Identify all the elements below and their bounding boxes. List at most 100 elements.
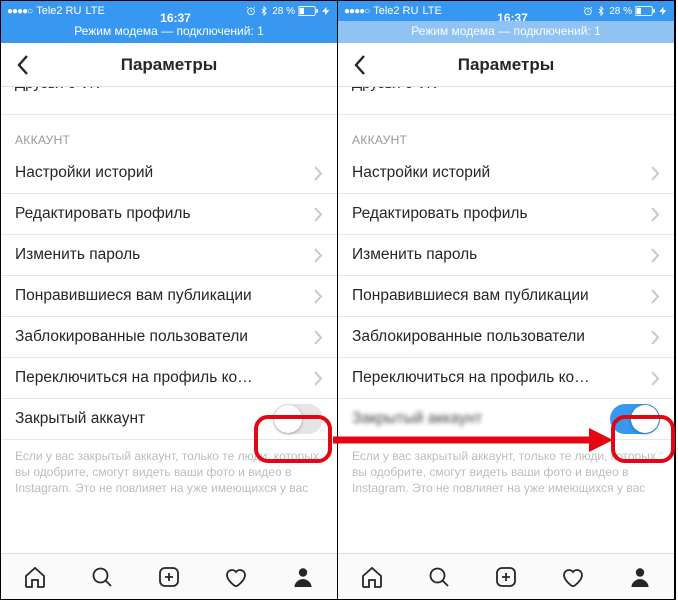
chevron-left-icon — [353, 54, 367, 76]
status-bar: ●●●●○ Tele2 RU LTE 16:37 28 % — [1, 1, 337, 21]
private-account-description: Если у вас закрытый аккаунт, только те л… — [338, 440, 674, 501]
tab-bar — [1, 553, 337, 599]
alarm-icon — [583, 6, 593, 16]
battery-pct: 28 % — [609, 6, 632, 17]
bluetooth-icon — [259, 6, 269, 16]
chevron-left-icon — [16, 54, 30, 76]
search-icon — [90, 565, 114, 589]
add-post-icon — [494, 565, 518, 589]
screen-left: ●●●●○ Tele2 RU LTE 16:37 28 % Режим моде… — [1, 1, 338, 599]
home-icon — [23, 565, 47, 589]
screen-right: ●●●●○ Tele2 RU LTE 16:37 28 % Режим моде… — [338, 1, 675, 599]
row-switch-profile[interactable]: Переключиться на профиль ко… — [1, 358, 337, 399]
back-button[interactable] — [1, 43, 45, 87]
hotspot-bar[interactable]: Режим модема — подключений: 1 — [338, 21, 674, 43]
row-label: Редактировать профиль — [352, 205, 536, 223]
chevron-right-icon — [651, 330, 660, 345]
row-label: Закрытый аккаунт — [15, 410, 153, 428]
chevron-right-icon — [651, 289, 660, 304]
status-bar: ●●●●○ Tele2 RU LTE 16:37 28 % — [338, 1, 674, 21]
tab-add[interactable] — [135, 554, 202, 599]
page-title: Параметры — [338, 55, 674, 75]
chevron-right-icon — [314, 371, 323, 386]
row-label: Настройки историй — [352, 164, 498, 182]
chevron-right-icon — [314, 166, 323, 181]
row-blocked-users[interactable]: Заблокированные пользователи — [1, 317, 337, 358]
tab-bar — [338, 553, 674, 599]
battery-pct: 28 % — [272, 6, 295, 17]
row-label: Переключиться на профиль ко… — [352, 369, 598, 387]
row-label: Изменить пароль — [352, 246, 485, 264]
row-private-account: Закрытый аккаунт — [338, 399, 674, 440]
chevron-right-icon — [314, 289, 323, 304]
row-switch-profile[interactable]: Переключиться на профиль ко… — [338, 358, 674, 399]
carrier-label: Tele2 RU — [373, 5, 418, 17]
signal-dots: ●●●●○ — [344, 6, 369, 17]
settings-list: Друзья с VK АККАУНТ Настройки историй Ре… — [338, 87, 674, 553]
tab-profile[interactable] — [270, 554, 337, 599]
heart-icon — [561, 565, 585, 589]
list-item[interactable]: Друзья с VK — [1, 87, 337, 115]
carrier-label: Tele2 RU — [36, 5, 81, 17]
tab-home[interactable] — [338, 554, 405, 599]
chevron-right-icon — [314, 330, 323, 345]
network-label: LTE — [85, 5, 104, 17]
section-header-account: АККАУНТ — [338, 115, 674, 153]
add-post-icon — [157, 565, 181, 589]
tab-search[interactable] — [68, 554, 135, 599]
nav-header: Параметры — [338, 43, 674, 87]
search-icon — [427, 565, 451, 589]
chevron-right-icon — [651, 371, 660, 386]
bluetooth-icon — [596, 6, 606, 16]
battery-icon — [298, 6, 318, 16]
tab-home[interactable] — [1, 554, 68, 599]
back-button[interactable] — [338, 43, 382, 87]
row-label: Настройки историй — [15, 164, 161, 182]
chevron-right-icon — [314, 207, 323, 222]
row-edit-profile[interactable]: Редактировать профиль — [1, 194, 337, 235]
row-story-settings[interactable]: Настройки историй — [338, 153, 674, 194]
charging-icon — [321, 6, 331, 16]
status-time: 16:37 — [160, 11, 191, 25]
row-change-password[interactable]: Изменить пароль — [338, 235, 674, 276]
battery-icon — [635, 6, 655, 16]
home-icon — [360, 565, 384, 589]
private-account-toggle[interactable] — [273, 404, 323, 434]
chevron-right-icon — [651, 166, 660, 181]
row-label: Закрытый аккаунт — [352, 410, 490, 428]
tab-add[interactable] — [472, 554, 539, 599]
profile-icon — [291, 565, 315, 589]
row-label: Изменить пароль — [15, 246, 148, 264]
row-label: Понравившиеся вам публикации — [352, 287, 597, 305]
row-label: Заблокированные пользователи — [352, 328, 593, 346]
row-edit-profile[interactable]: Редактировать профиль — [338, 194, 674, 235]
row-private-account: Закрытый аккаунт — [1, 399, 337, 440]
network-label: LTE — [422, 5, 441, 17]
private-account-description: Если у вас закрытый аккаунт, только те л… — [1, 440, 337, 501]
row-blocked-users[interactable]: Заблокированные пользователи — [338, 317, 674, 358]
row-story-settings[interactable]: Настройки историй — [1, 153, 337, 194]
row-liked-posts[interactable]: Понравившиеся вам публикации — [338, 276, 674, 317]
signal-dots: ●●●●○ — [7, 6, 32, 17]
row-change-password[interactable]: Изменить пароль — [1, 235, 337, 276]
list-item[interactable]: Друзья с VK — [338, 87, 674, 115]
tab-activity[interactable] — [540, 554, 607, 599]
tab-search[interactable] — [405, 554, 472, 599]
nav-header: Параметры — [1, 43, 337, 87]
row-label: Заблокированные пользователи — [15, 328, 256, 346]
alarm-icon — [246, 6, 256, 16]
settings-list: Друзья с VK АККАУНТ Настройки историй Ре… — [1, 87, 337, 553]
section-header-account: АККАУНТ — [1, 115, 337, 153]
row-liked-posts[interactable]: Понравившиеся вам публикации — [1, 276, 337, 317]
chevron-right-icon — [651, 248, 660, 263]
profile-icon — [628, 565, 652, 589]
row-label: Переключиться на профиль ко… — [15, 369, 261, 387]
tab-activity[interactable] — [203, 554, 270, 599]
row-label: Редактировать профиль — [15, 205, 199, 223]
heart-icon — [224, 565, 248, 589]
charging-icon — [658, 6, 668, 16]
private-account-toggle[interactable] — [610, 404, 660, 434]
tab-profile[interactable] — [607, 554, 674, 599]
chevron-right-icon — [314, 248, 323, 263]
page-title: Параметры — [1, 55, 337, 75]
